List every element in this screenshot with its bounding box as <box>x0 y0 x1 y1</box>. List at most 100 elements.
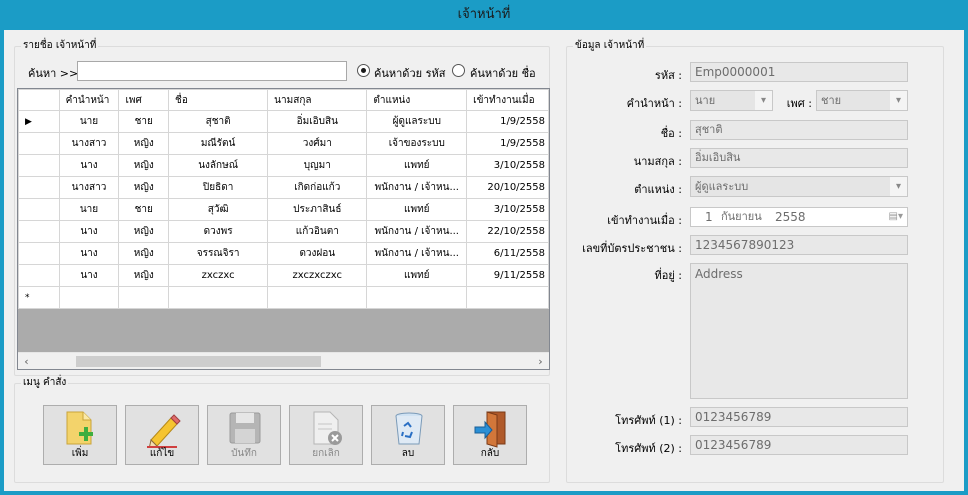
cell-startdate[interactable]: 6/11/2558 <box>466 242 549 265</box>
idcard-field[interactable]: 1234567890123 <box>690 235 908 255</box>
radio-search-by-name[interactable] <box>452 64 465 77</box>
column-header[interactable]: ชื่อ <box>168 89 269 111</box>
startdate-year[interactable]: 2558 <box>775 208 806 226</box>
cell-lastname[interactable]: วงศ์มา <box>267 132 368 155</box>
cell-prefix[interactable]: นาง <box>58 264 120 287</box>
add-button[interactable]: เพิ่ม <box>43 405 117 465</box>
back-button[interactable]: กลับ <box>453 405 527 465</box>
table-row[interactable]: นาง หญิง ดวงพร แก้วอินตา พนักงาน / เจ้าห… <box>18 220 549 243</box>
lastname-field[interactable]: อิ่มเอิบสิน <box>690 148 908 168</box>
cancel-button[interactable]: ยกเลิก <box>289 405 363 465</box>
cell-gender[interactable]: หญิง <box>118 242 170 265</box>
cell-firstname[interactable]: ปิยธิดา <box>168 176 269 199</box>
cell-firstname[interactable]: ดวงพร <box>168 220 269 243</box>
table-row[interactable]: นางสาว หญิง มณีรัตน์ วงศ์มา เจ้าของระบบ … <box>18 132 549 155</box>
firstname-field[interactable]: สุชาติ <box>690 120 908 140</box>
cell-lastname[interactable]: อิ่มเอิบสิน <box>267 110 368 133</box>
radio-search-by-code-label[interactable]: ค้นหาด้วย รหัส <box>374 64 445 82</box>
address-field[interactable]: Address <box>690 263 908 399</box>
table-row[interactable]: ▶ นาย ชาย สุชาติ อิ่มเอิบสิน ผู้ดูแลระบบ… <box>18 110 549 133</box>
scroll-right-icon[interactable]: › <box>532 353 549 369</box>
cell-gender[interactable]: หญิง <box>118 176 170 199</box>
cell-gender[interactable]: ชาย <box>118 198 170 221</box>
cell-position[interactable]: พนักงาน / เจ้าหน... <box>366 176 468 199</box>
table-row[interactable]: นาง หญิง จรรณจิรา ดวงฝอน พนักงาน / เจ้าห… <box>18 242 549 265</box>
cell-firstname[interactable]: สุชาติ <box>168 110 269 133</box>
scrollbar-thumb[interactable] <box>76 356 321 367</box>
cell-gender[interactable]: หญิง <box>118 220 170 243</box>
cell-position[interactable]: พนักงาน / เจ้าหน... <box>366 220 468 243</box>
cell-lastname[interactable]: เกิดก่อแก้ว <box>267 176 368 199</box>
radio-search-by-code[interactable] <box>357 64 370 77</box>
cell-firstname[interactable]: zxczxc <box>168 264 269 287</box>
new-row-cell[interactable] <box>466 286 549 309</box>
search-input[interactable] <box>77 61 347 81</box>
cell-prefix[interactable]: นาง <box>58 154 120 177</box>
cell-lastname[interactable]: ประภาสินธ์ <box>267 198 368 221</box>
cell-lastname[interactable]: แก้วอินตา <box>267 220 368 243</box>
delete-button[interactable]: ลบ <box>371 405 445 465</box>
cell-firstname[interactable]: สุวัฒิ <box>168 198 269 221</box>
cell-startdate[interactable]: 9/11/2558 <box>466 264 549 287</box>
cell-position[interactable]: แพทย์ <box>366 198 468 221</box>
cell-position[interactable]: ผู้ดูแลระบบ <box>366 110 468 133</box>
cell-startdate[interactable]: 3/10/2558 <box>466 154 549 177</box>
cell-gender[interactable]: ชาย <box>118 110 170 133</box>
cell-gender[interactable]: หญิง <box>118 154 170 177</box>
cell-gender[interactable]: หญิง <box>118 132 170 155</box>
scroll-left-icon[interactable]: ‹ <box>18 353 35 369</box>
cell-firstname[interactable]: นงลักษณ์ <box>168 154 269 177</box>
cell-position[interactable]: พนักงาน / เจ้าหน... <box>366 242 468 265</box>
startdate-picker[interactable]: 1 กันยายน 2558 ▤▾ <box>690 207 908 227</box>
gender-select[interactable]: ชาย ▾ <box>816 90 908 111</box>
new-row-cell[interactable] <box>267 286 368 309</box>
chevron-down-icon[interactable]: ▾ <box>890 91 907 110</box>
table-row[interactable]: นาง หญิง zxczxc zxczxczxc แพทย์ 9/11/255… <box>18 264 549 287</box>
new-row-cell[interactable] <box>168 286 269 309</box>
column-header[interactable]: ตำแหน่ง <box>366 89 468 111</box>
calendar-icon[interactable]: ▤▾ <box>889 208 903 226</box>
cell-prefix[interactable]: นางสาว <box>58 176 120 199</box>
edit-button[interactable]: แก้ไข <box>125 405 199 465</box>
new-row[interactable]: * <box>18 286 549 309</box>
code-field[interactable]: Emp0000001 <box>690 62 908 82</box>
radio-search-by-name-label[interactable]: ค้นหาด้วย ชื่อ <box>470 64 536 82</box>
prefix-select[interactable]: นาย ▾ <box>690 90 773 111</box>
phone2-field[interactable]: 0123456789 <box>690 435 908 455</box>
cell-position[interactable]: แพทย์ <box>366 154 468 177</box>
table-row[interactable]: นาย ชาย สุวัฒิ ประภาสินธ์ แพทย์ 3/10/255… <box>18 198 549 221</box>
column-header[interactable]: เพศ <box>118 89 170 111</box>
cell-position[interactable]: เจ้าของระบบ <box>366 132 468 155</box>
cell-startdate[interactable]: 3/10/2558 <box>466 198 549 221</box>
cell-startdate[interactable]: 1/9/2558 <box>466 110 549 133</box>
new-row-cell[interactable] <box>366 286 468 309</box>
cell-prefix[interactable]: นาย <box>58 198 120 221</box>
cell-prefix[interactable]: นางสาว <box>58 132 120 155</box>
cell-position[interactable]: แพทย์ <box>366 264 468 287</box>
cell-lastname[interactable]: ดวงฝอน <box>267 242 368 265</box>
staff-data-grid[interactable]: คำนำหน้า เพศ ชื่อ นามสกุล ตำแหน่ง เข้าทำ… <box>17 88 550 370</box>
column-header[interactable]: นามสกุล <box>267 89 368 111</box>
cell-lastname[interactable]: zxczxczxc <box>267 264 368 287</box>
phone1-field[interactable]: 0123456789 <box>690 407 908 427</box>
startdate-day[interactable]: 1 <box>705 208 713 226</box>
new-row-cell[interactable] <box>58 286 120 309</box>
cell-startdate[interactable]: 1/9/2558 <box>466 132 549 155</box>
save-button[interactable]: บันทึก <box>207 405 281 465</box>
cell-prefix[interactable]: นาง <box>58 220 120 243</box>
cell-startdate[interactable]: 22/10/2558 <box>466 220 549 243</box>
cell-prefix[interactable]: นาย <box>58 110 120 133</box>
new-row-cell[interactable] <box>118 286 170 309</box>
column-header[interactable]: เข้าทำงานเมื่อ <box>466 89 549 111</box>
table-row[interactable]: นางสาว หญิง ปิยธิดา เกิดก่อแก้ว พนักงาน … <box>18 176 549 199</box>
position-select[interactable]: ผู้ดูแลระบบ ▾ <box>690 176 908 197</box>
cell-firstname[interactable]: มณีรัตน์ <box>168 132 269 155</box>
chevron-down-icon[interactable]: ▾ <box>890 177 907 196</box>
cell-lastname[interactable]: บุญมา <box>267 154 368 177</box>
cell-firstname[interactable]: จรรณจิรา <box>168 242 269 265</box>
table-row[interactable]: นาง หญิง นงลักษณ์ บุญมา แพทย์ 3/10/2558 <box>18 154 549 177</box>
cell-startdate[interactable]: 20/10/2558 <box>466 176 549 199</box>
cell-gender[interactable]: หญิง <box>118 264 170 287</box>
startdate-month[interactable]: กันยายน <box>721 208 762 226</box>
column-header[interactable]: คำนำหน้า <box>58 89 120 111</box>
